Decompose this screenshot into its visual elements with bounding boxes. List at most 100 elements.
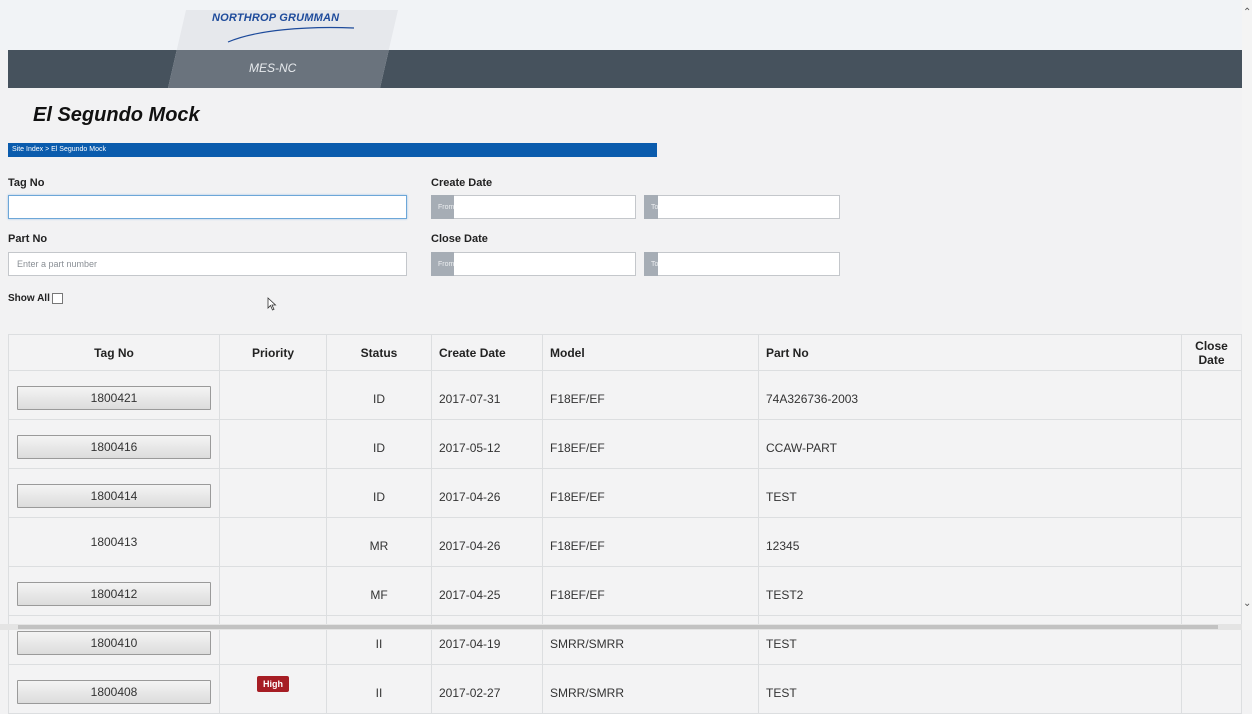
priority-cell [219,517,327,567]
create-date-from-input[interactable] [454,195,637,219]
table-row[interactable]: 1800412 MF 2017-04-25 F18EF/EF TEST2 [8,566,1242,616]
table-row[interactable]: 1800408 High II 2017-02-27 SMRR/SMRR TEST [8,664,1242,714]
close-date-to-addon: To [644,252,659,276]
column-header-tag-no[interactable]: Tag No [8,334,220,371]
model-cell: SMRR/SMRR [542,664,759,714]
part-no-cell: CCAW-PART [758,419,1182,469]
column-header-status[interactable]: Status [326,334,432,371]
status-cell: ID [326,419,432,469]
tag-no-cell: 1800414 [8,468,220,518]
vertical-scrollbar[interactable] [1242,0,1252,630]
create-date-cell: 2017-04-26 [431,468,543,518]
show-all-toggle[interactable]: Show All [8,293,63,304]
table-row[interactable]: 1800413 MR 2017-04-26 F18EF/EF 12345 [8,517,1242,567]
scroll-down-arrow-icon[interactable]: ⌄ [1243,598,1251,609]
close-date-label: Close Date [431,233,488,245]
close-date-cell [1181,419,1242,469]
close-date-from-group: From [431,252,637,276]
part-no-cell: TEST [758,468,1182,518]
close-date-to-input[interactable] [658,252,841,276]
page-title: El Segundo Mock [33,104,200,126]
priority-cell [219,370,327,420]
tag-no-cell: 1800416 [8,419,220,469]
close-date-cell [1181,370,1242,420]
tag-no-text: 1800413 [90,535,138,549]
model-cell: F18EF/EF [542,468,759,518]
horizontal-scrollbar-thumb[interactable] [18,625,1218,629]
column-header-priority[interactable]: Priority [219,334,327,371]
tag-no-button[interactable]: 1800421 [17,386,211,410]
column-header-model[interactable]: Model [542,334,759,371]
close-date-cell [1181,664,1242,714]
tag-no-button[interactable]: 1800412 [17,582,211,606]
create-date-from-group: From [431,195,637,219]
part-no-input[interactable] [8,252,407,276]
create-date-cell: 2017-04-26 [431,517,543,567]
close-date-from-input[interactable] [454,252,637,276]
status-cell: II [326,664,432,714]
close-date-cell [1181,468,1242,518]
create-date-label: Create Date [431,177,493,189]
part-no-label: Part No [8,233,48,245]
tag-no-button[interactable]: 1800408 [17,680,211,704]
table-header-row: Tag No Priority Status Create Date Model… [8,334,1242,371]
status-cell: ID [326,468,432,518]
close-date-cell [1181,517,1242,567]
model-cell: F18EF/EF [542,566,759,616]
priority-cell [219,468,327,518]
column-header-close-date[interactable]: Close Date [1181,334,1242,371]
mouse-cursor-icon [267,297,277,311]
table-row[interactable]: 1800414 ID 2017-04-26 F18EF/EF TEST [8,468,1242,518]
status-cell: MR [326,517,432,567]
part-no-cell: 74A326736-2003 [758,370,1182,420]
status-cell: MF [326,566,432,616]
logo-swoosh-icon [227,26,355,43]
breadcrumb[interactable]: Site Index > El Segundo Mock [8,143,657,157]
part-no-cell: TEST [758,664,1182,714]
tag-no-label: Tag No [8,177,45,189]
tag-no-button[interactable]: 1800416 [17,435,211,459]
create-date-to-group: To [644,195,841,219]
scroll-up-arrow-icon[interactable]: ⌃ [1243,7,1251,18]
model-cell: SMRR/SMRR [542,615,759,665]
close-date-cell [1181,566,1242,616]
app-name[interactable]: MES-NC [249,61,296,75]
tag-no-cell: 1800410 [8,615,220,665]
column-header-part-no[interactable]: Part No [758,334,1182,371]
create-date-from-addon: From [431,195,455,219]
tag-no-button[interactable]: 1800410 [17,631,211,655]
part-no-cell: 12345 [758,517,1182,567]
table-row[interactable]: 1800421 ID 2017-07-31 F18EF/EF 74A326736-200… [8,370,1242,420]
model-cell: F18EF/EF [542,517,759,567]
tag-no-cell: 1800421 [8,370,220,420]
tag-no-cell: 1800408 [8,664,220,714]
tag-no-button[interactable]: 1800414 [17,484,211,508]
status-cell: II [326,615,432,665]
create-date-to-input[interactable] [658,195,841,219]
create-date-cell: 2017-05-12 [431,419,543,469]
tag-no-cell: 1800412 [8,566,220,616]
create-date-cell: 2017-02-27 [431,664,543,714]
part-no-cell: TEST2 [758,566,1182,616]
close-date-cell [1181,615,1242,665]
model-cell: F18EF/EF [542,419,759,469]
create-date-to-addon: To [644,195,659,219]
status-cell: ID [326,370,432,420]
priority-cell [219,566,327,616]
part-no-cell: TEST [758,615,1182,665]
show-all-checkbox[interactable] [51,293,63,304]
create-date-cell: 2017-04-19 [431,615,543,665]
priority-cell [219,615,327,665]
close-date-to-group: To [644,252,841,276]
model-cell: F18EF/EF [542,370,759,420]
column-header-create-date[interactable]: Create Date [431,334,543,371]
nc-tags-table: Tag No Priority Status Create Date Model… [8,334,1242,714]
priority-cell [219,419,327,469]
table-row[interactable]: 1800410 II 2017-04-19 SMRR/SMRR TEST [8,615,1242,665]
tag-no-cell: 1800413 [8,517,220,567]
create-date-cell: 2017-04-25 [431,566,543,616]
table-row[interactable]: 1800416 ID 2017-05-12 F18EF/EF CCAW-PART [8,419,1242,469]
create-date-cell: 2017-07-31 [431,370,543,420]
tag-no-input[interactable] [8,195,407,219]
priority-cell: High [219,664,327,714]
